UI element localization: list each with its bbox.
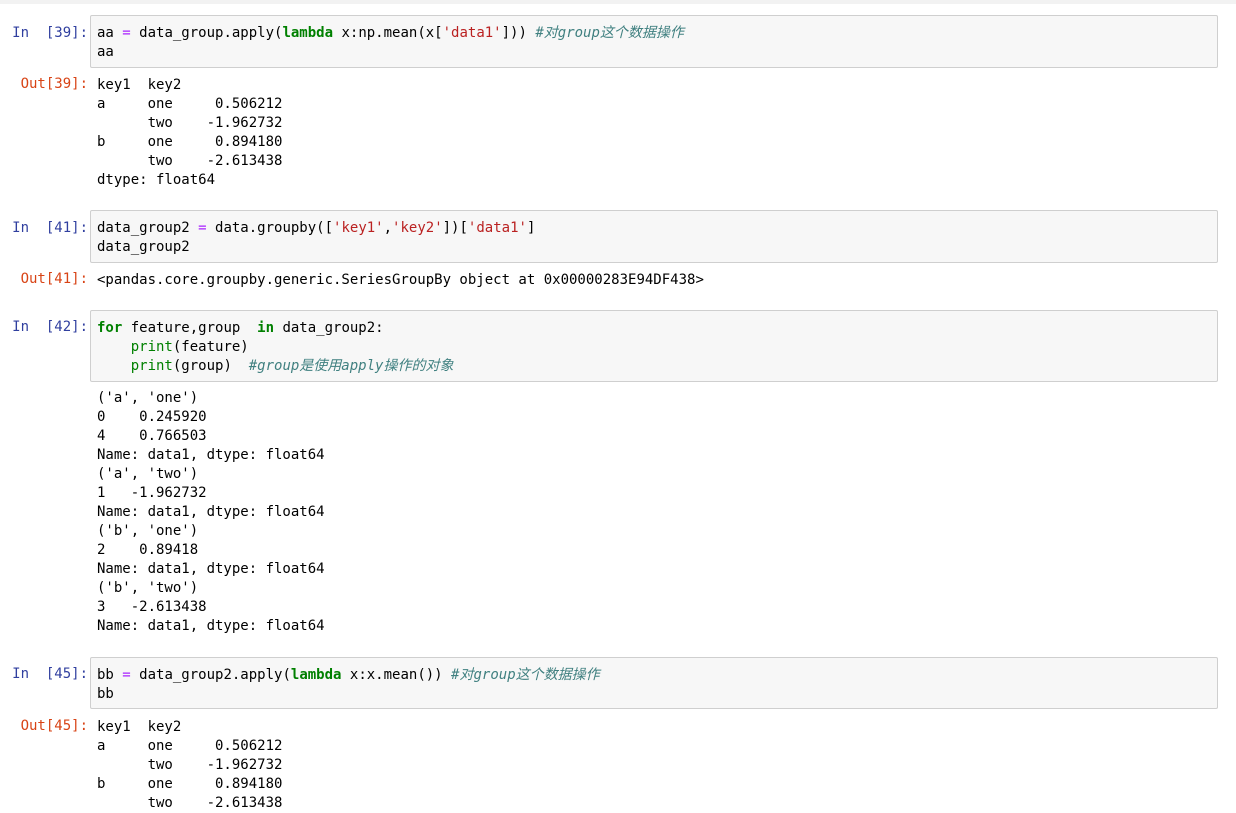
code-comment: #对group这个数据操作 — [451, 667, 600, 683]
output-line: Name: data1, dtype: float64 — [97, 561, 325, 577]
output-line: ('b', 'one') — [97, 523, 199, 539]
output-line: Name: data1, dtype: float64 — [97, 504, 325, 520]
code-token: ])[ — [442, 220, 468, 236]
code-token: data_group2: — [274, 320, 384, 336]
code-input-cell[interactable]: data_group2 = data.groupby(['key1','key2… — [90, 210, 1218, 263]
cell-output: ('a', 'one') 0 0.245920 4 0.766503 Name: da… — [97, 389, 325, 636]
code-line: aa — [97, 43, 1211, 62]
code-token: = — [122, 667, 131, 683]
code-token: 'data1' — [442, 25, 502, 41]
code-token: aa — [97, 25, 123, 41]
output-line: 1 -1.962732 — [97, 485, 207, 501]
code-line: print(feature) — [97, 338, 1211, 357]
output-prompt: Out[39]: — [20, 76, 88, 92]
code-token: lambda — [282, 25, 334, 41]
code-token: lambda — [290, 667, 342, 683]
code-line: bb — [97, 685, 1211, 704]
code-line: for feature,group in data_group2: — [97, 319, 1211, 338]
code-token: bb — [97, 667, 123, 683]
output-line: ('b', 'two') — [97, 580, 199, 596]
code-token: 'data1' — [467, 220, 527, 236]
output-line: b one 0.894180 — [97, 776, 283, 792]
output-line: ('a', 'one') — [97, 390, 199, 406]
notebook-top-border — [0, 0, 1236, 4]
code-token: data_group2.apply( — [130, 667, 291, 683]
code-token: feature,group — [122, 320, 258, 336]
code-input-cell[interactable]: bb = data_group2.apply(lambda x:x.mean()… — [90, 657, 1218, 709]
cell-output: key1 key2 a one 0.506212 two -1.962732 b o… — [97, 76, 282, 190]
code-input-cell[interactable]: for feature,group in data_group2: print(… — [90, 310, 1218, 382]
output-line: 4 0.766503 — [97, 428, 207, 444]
code-token: ])) — [501, 25, 536, 41]
code-comment: #对group这个数据操作 — [535, 25, 684, 41]
output-line: a one 0.506212 — [97, 96, 283, 112]
code-input-cell[interactable]: aa = data_group.apply(lambda x:np.mean(x… — [90, 15, 1218, 68]
input-prompt: In [42]: — [12, 319, 88, 335]
output-line: 3 -2.613438 — [97, 599, 207, 615]
output-line: key1 key2 — [97, 719, 182, 735]
code-token: bb — [97, 686, 114, 702]
output-line: ('a', 'two') — [97, 466, 199, 482]
output-line: two -1.962732 — [97, 115, 283, 131]
code-token: 'key1' — [333, 220, 384, 236]
code-token: data_group2 — [97, 220, 199, 236]
cell-output: <pandas.core.groupby.generic.SeriesGroup… — [97, 271, 704, 290]
code-line: print(group) #group是使用apply操作的对象 — [97, 357, 1211, 376]
code-token: 'key2' — [392, 220, 443, 236]
code-comment: #group是使用apply操作的对象 — [248, 358, 454, 374]
code-token: (group) — [172, 358, 249, 374]
code-token: = — [122, 25, 131, 41]
output-prompt: Out[45]: — [20, 718, 88, 734]
output-line: dtype: float64 — [97, 172, 216, 188]
output-line: Name: data1, dtype: float64 — [97, 618, 325, 634]
code-line: bb = data_group2.apply(lambda x:x.mean()… — [97, 666, 1211, 685]
output-line: b one 0.894180 — [97, 134, 283, 150]
code-token: = — [198, 220, 207, 236]
code-token: data.groupby([ — [206, 220, 334, 236]
code-token: in — [257, 320, 275, 336]
code-token: , — [383, 220, 393, 236]
input-prompt: In [45]: — [12, 666, 88, 682]
code-token: print — [130, 339, 173, 355]
code-token: (feature) — [172, 339, 249, 355]
input-prompt: In [39]: — [12, 25, 88, 41]
code-token: print — [130, 358, 173, 374]
output-line: <pandas.core.groupby.generic.SeriesGroup… — [97, 272, 704, 288]
code-token: x:x.mean()) — [341, 667, 452, 683]
code-token: ] — [526, 220, 536, 236]
cell-output: key1 key2 a one 0.506212 two -1.962732 b o… — [97, 718, 282, 813]
output-line: two -2.613438 — [97, 795, 283, 811]
input-prompt: In [41]: — [12, 220, 88, 236]
output-line: two -1.962732 — [97, 757, 283, 773]
output-line: two -2.613438 — [97, 153, 283, 169]
code-line: aa = data_group.apply(lambda x:np.mean(x… — [97, 24, 1211, 43]
code-token: aa — [97, 44, 114, 60]
output-line: Name: data1, dtype: float64 — [97, 447, 325, 463]
output-line: a one 0.506212 — [97, 738, 283, 754]
output-line: 0 0.245920 — [97, 409, 207, 425]
code-token: data_group2 — [97, 239, 190, 255]
code-token: x:np.mean(x[ — [333, 25, 443, 41]
code-token: data_group.apply( — [130, 25, 283, 41]
code-line: data_group2 — [97, 238, 1211, 257]
output-line: 2 0.89418 — [97, 542, 199, 558]
code-token: for — [97, 320, 123, 336]
output-line: key1 key2 — [97, 77, 182, 93]
code-line: data_group2 = data.groupby(['key1','key2… — [97, 219, 1211, 238]
output-prompt: Out[41]: — [20, 271, 88, 287]
